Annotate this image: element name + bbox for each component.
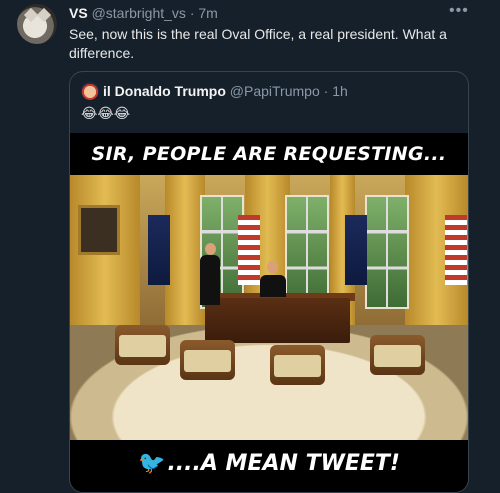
tweet-header: VS @starbright_vs · 7m <box>69 5 218 21</box>
timestamp[interactable]: 7m <box>198 5 217 21</box>
quoted-avatar[interactable] <box>81 82 99 100</box>
user-handle[interactable]: @starbright_vs <box>92 5 186 21</box>
quoted-emoji-text: 😂😂😂 <box>81 105 131 121</box>
meme-image[interactable]: SIR, PEOPLE ARE REQUESTING... 🐦....A MEA… <box>70 133 468 492</box>
tweet[interactable]: VS @starbright_vs · 7m ••• See, now this… <box>0 0 500 493</box>
meme-bottom-caption: 🐦....A MEAN TWEET! <box>70 451 468 476</box>
quoted-display-name: il Donaldo Trumpo <box>103 83 226 99</box>
meme-bottom-text: ....A MEAN TWEET! <box>167 451 400 476</box>
avatar[interactable] <box>17 4 57 44</box>
resolute-desk <box>205 298 350 343</box>
separator: · <box>189 5 195 21</box>
meme-top-caption: SIR, PEOPLE ARE REQUESTING... <box>91 143 447 165</box>
quoted-tweet[interactable]: il Donaldo Trumpo @PapiTrumpo · 1h 😂😂😂 S… <box>69 71 469 493</box>
quoted-timestamp: 1h <box>332 83 348 99</box>
oval-office-photo <box>70 175 468 440</box>
wall-portrait <box>78 205 120 255</box>
more-options-icon[interactable]: ••• <box>449 2 469 20</box>
twitter-bird-icon: 🐦 <box>138 451 166 476</box>
quoted-separator: · <box>323 83 329 99</box>
display-name[interactable]: VS <box>69 5 88 21</box>
quoted-header: il Donaldo Trumpo @PapiTrumpo · 1h <box>103 83 348 99</box>
tweet-text: See, now this is the real Oval Office, a… <box>69 26 447 61</box>
quoted-handle: @PapiTrumpo <box>229 83 320 99</box>
